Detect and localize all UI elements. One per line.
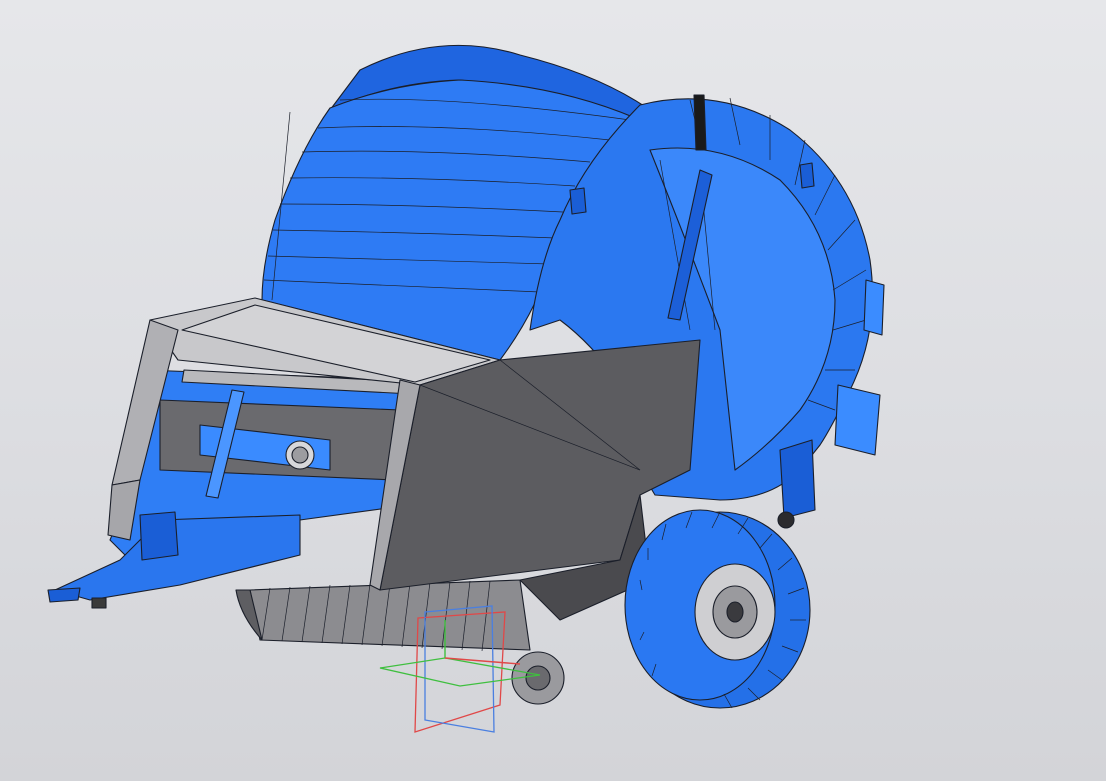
latch-hardware — [777, 439, 816, 529]
pickup-reel — [235, 579, 565, 705]
wheel — [624, 509, 811, 709]
cad-3d-viewport[interactable] — [0, 0, 1106, 781]
baler-3d-model[interactable] — [0, 0, 1106, 781]
